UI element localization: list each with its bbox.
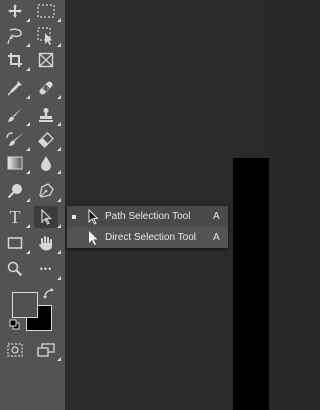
frame-tool-button[interactable] xyxy=(34,49,58,71)
clone-stamp-tool-button[interactable] xyxy=(34,104,61,126)
move-icon xyxy=(8,4,22,18)
pen-icon xyxy=(39,183,54,198)
path-selection-tool-button[interactable] xyxy=(34,206,61,228)
healing-brush-tool-button[interactable] xyxy=(34,77,61,99)
eyedropper-tool-button[interactable] xyxy=(3,77,30,99)
marquee-tool-button[interactable] xyxy=(34,0,61,22)
more-dots-icon: ••• xyxy=(39,264,53,274)
path-selection-flyout-menu: Path Selection Tool A Direct Selection T… xyxy=(67,206,228,248)
flyout-item-shortcut: A xyxy=(213,211,220,222)
dodge-tool-button[interactable] xyxy=(3,180,30,202)
brush-icon xyxy=(8,108,22,122)
frame-icon xyxy=(38,52,54,68)
eraser-icon xyxy=(38,132,54,148)
path-selection-arrow-icon xyxy=(88,209,99,225)
swap-colors-icon[interactable] xyxy=(43,288,55,300)
gradient-icon xyxy=(7,156,23,170)
dodge-icon xyxy=(7,184,22,199)
object-selection-icon xyxy=(37,27,53,45)
tools-panel: T ••• xyxy=(0,0,65,410)
stamp-icon xyxy=(39,108,53,122)
lasso-icon xyxy=(7,28,22,45)
eyedropper-icon xyxy=(7,81,22,96)
hand-icon xyxy=(39,236,52,251)
rectangular-marquee-icon xyxy=(37,4,55,18)
default-colors-icon[interactable] xyxy=(9,319,20,330)
flyout-item-label: Direct Selection Tool xyxy=(105,232,196,243)
history-brush-icon xyxy=(6,132,23,146)
crop-icon xyxy=(8,53,22,67)
rectangle-shape-icon xyxy=(7,237,23,249)
active-tool-bullet xyxy=(72,214,76,219)
edit-toolbar-button[interactable]: ••• xyxy=(34,258,61,280)
flyout-item-path-selection[interactable]: Path Selection Tool A xyxy=(67,206,228,227)
quick-mask-icon xyxy=(7,343,23,357)
flyout-item-shortcut: A xyxy=(213,232,220,243)
lasso-tool-button[interactable] xyxy=(3,25,30,47)
document-canvas[interactable] xyxy=(233,158,269,410)
crop-tool-button[interactable] xyxy=(3,49,30,71)
magnifier-icon xyxy=(7,261,23,277)
rectangle-tool-button[interactable] xyxy=(3,232,30,254)
type-tool-button[interactable]: T xyxy=(3,206,30,228)
canvas-workspace[interactable] xyxy=(67,0,269,410)
screen-mode-button[interactable] xyxy=(34,339,61,361)
quick-mask-button[interactable] xyxy=(3,339,27,361)
flyout-item-direct-selection[interactable]: Direct Selection Tool A xyxy=(67,227,228,248)
water-drop-icon xyxy=(41,156,51,171)
brush-tool-button[interactable] xyxy=(3,104,30,126)
direct-selection-arrow-icon xyxy=(89,231,98,245)
foreground-color-swatch[interactable] xyxy=(12,292,38,318)
move-tool-button[interactable] xyxy=(3,0,30,22)
quick-selection-tool-button[interactable] xyxy=(34,25,61,47)
hand-tool-button[interactable] xyxy=(34,232,61,254)
zoom-tool-button[interactable] xyxy=(3,258,27,280)
flyout-item-label: Path Selection Tool xyxy=(105,211,191,222)
screen-mode-icon xyxy=(37,343,55,357)
bandage-icon xyxy=(39,81,53,95)
blur-tool-button[interactable] xyxy=(34,152,61,174)
path-selection-arrow-icon xyxy=(41,209,52,225)
type-icon: T xyxy=(9,207,21,227)
pen-tool-button[interactable] xyxy=(34,180,61,202)
gradient-tool-button[interactable] xyxy=(3,152,30,174)
eraser-tool-button[interactable] xyxy=(34,129,61,151)
history-brush-tool-button[interactable] xyxy=(3,129,30,151)
